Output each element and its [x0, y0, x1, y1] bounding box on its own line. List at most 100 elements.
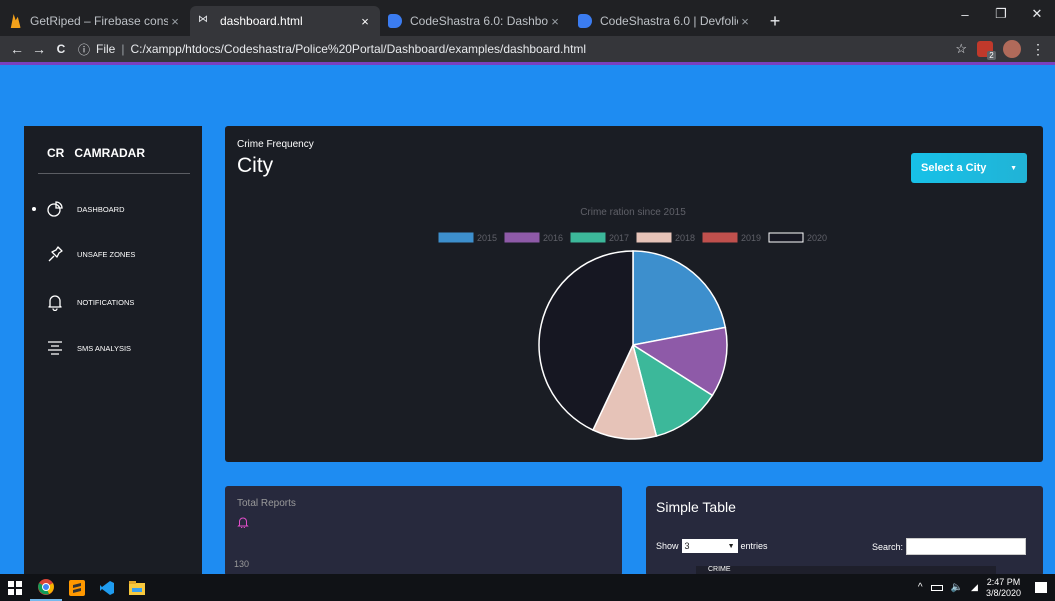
legend-label: 2017 — [609, 233, 629, 243]
crime-pie-chart: Crime ration since 2015 2015 2016 2017 2018… — [438, 207, 827, 440]
legend-label: 2016 — [543, 233, 563, 243]
legend-item-2017[interactable]: 2017 — [570, 232, 629, 243]
minimize-button[interactable]: – — [947, 0, 983, 28]
tab-dashboard[interactable]: ⋈ dashboard.html × — [190, 6, 380, 36]
entries-control: Show 3 ▼ entries — [656, 539, 768, 553]
clock-date: 3/8/2020 — [985, 587, 1021, 598]
url-scheme: File — [96, 42, 116, 56]
tab-close-icon[interactable]: × — [548, 14, 562, 29]
pie-slices — [538, 250, 728, 440]
profile-avatar[interactable] — [1003, 40, 1021, 58]
file-icon: ⋈ — [198, 14, 208, 25]
devfolio-icon — [578, 14, 592, 28]
legend-item-2018[interactable]: 2018 — [636, 232, 695, 243]
tab-close-icon[interactable]: × — [358, 14, 372, 29]
tray-expand-icon[interactable]: ^ — [918, 582, 923, 593]
url-separator: | — [121, 42, 125, 56]
toolbar-right: ☆ 2 ⋮ — [955, 40, 1049, 60]
url-field[interactable]: ⓘ File | C:/xampp/htdocs/Codeshastra/Pol… — [72, 38, 955, 60]
legend-label: 2018 — [675, 233, 695, 243]
legend-item-2019[interactable]: 2019 — [702, 232, 761, 243]
reports-title: Total Reports — [237, 498, 296, 509]
clock[interactable]: 2:47 PM 3/8/2020 — [986, 577, 1021, 599]
logo-text: CAMRADAR — [74, 146, 146, 160]
notifications-icon[interactable] — [1035, 582, 1047, 593]
tab-codeshastra-devfolio[interactable]: CodeShastra 6.0 | Devfolio × — [570, 6, 760, 36]
sidebar-item-label: UNSAFE ZONES — [77, 250, 136, 259]
pie-chart-icon — [47, 201, 63, 217]
window-controls: – ❐ ✕ — [947, 0, 1055, 28]
logo-mini: CR — [47, 146, 65, 160]
sidebar-item-label: DASHBOARD — [77, 205, 125, 214]
system-tray: ^ 🔈 ◢ 2:47 PM 3/8/2020 — [918, 574, 1047, 601]
close-window-button[interactable]: ✕ — [1019, 0, 1055, 28]
tab-firebase[interactable]: GetRiped – Firebase console × — [0, 6, 190, 36]
simple-table-card: Simple Table Show 3 ▼ entries Search: CR… — [646, 486, 1043, 576]
volume-icon[interactable]: 🔈 — [951, 582, 963, 593]
toolbar-divider — [0, 62, 1055, 65]
url-text: C:/xampp/htdocs/Codeshastra/Police%20Por… — [130, 42, 587, 56]
legend-swatch — [702, 232, 738, 243]
legend-swatch — [636, 232, 672, 243]
reload-button[interactable]: C — [50, 42, 72, 56]
forward-button[interactable]: → — [28, 41, 50, 57]
legend-item-2016[interactable]: 2016 — [504, 232, 563, 243]
entries-label: entries — [740, 541, 768, 551]
restore-button[interactable]: ❐ — [983, 0, 1019, 28]
devfolio-icon — [388, 14, 402, 28]
extension-badge: 2 — [987, 51, 996, 60]
crime-frequency-card: Crime Frequency City Select a City ▼ Cri… — [225, 126, 1043, 462]
browser-tab-bar: GetRiped – Firebase console × ⋈ dashboar… — [0, 0, 1055, 36]
bookmark-star-icon[interactable]: ☆ — [955, 41, 967, 57]
menu-icon[interactable]: ⋮ — [1031, 41, 1045, 58]
chart-legend: 2015 2016 2017 2018 2019 2020 — [438, 232, 827, 243]
total-reports-card: Total Reports 130 — [225, 486, 622, 576]
legend-item-2020[interactable]: 2020 — [768, 232, 827, 243]
search-input[interactable] — [906, 538, 1027, 555]
sidebar-item-dashboard[interactable]: DASHBOARD — [24, 200, 202, 218]
back-button[interactable]: ← — [6, 41, 28, 57]
pin-icon — [48, 246, 63, 262]
bell-icon — [237, 517, 249, 528]
tab-close-icon[interactable]: × — [168, 14, 182, 29]
entries-select[interactable]: 3 ▼ — [681, 539, 738, 553]
extension-icon[interactable]: 2 — [977, 41, 996, 60]
sidebar-item-notifications[interactable]: NOTIFICATIONS — [24, 293, 202, 311]
legend-swatch — [570, 232, 606, 243]
wifi-icon[interactable]: ◢ — [971, 582, 978, 593]
table-search: Search: — [872, 538, 1027, 555]
sidebar-item-label: NOTIFICATIONS — [77, 298, 135, 307]
brand[interactable]: CR CAMRADAR — [47, 146, 145, 160]
info-icon[interactable]: ⓘ — [78, 41, 90, 58]
legend-label: 2020 — [807, 233, 827, 243]
chart-title: Crime ration since 2015 — [580, 207, 686, 218]
sidebar-item-label: SMS ANALYSIS — [77, 344, 132, 353]
legend-swatch — [438, 232, 474, 243]
sidebar: CR CAMRADAR DASHBOARD UNSAFE ZONES NOTIF… — [24, 126, 202, 574]
tab-close-icon[interactable]: × — [738, 14, 752, 29]
firebase-icon — [10, 14, 21, 28]
reports-value: 130 — [234, 559, 250, 569]
legend-swatch — [768, 232, 804, 243]
sidebar-item-unsafe-zones[interactable]: UNSAFE ZONES — [24, 245, 202, 263]
entries-value: 3 — [684, 541, 690, 551]
sublime-icon[interactable] — [62, 574, 92, 601]
search-label: Search: — [872, 541, 904, 552]
legend-swatch — [504, 232, 540, 243]
new-tab-button[interactable]: + — [760, 6, 790, 36]
taskbar: ^ 🔈 ◢ 2:47 PM 3/8/2020 — [0, 574, 1055, 601]
bell-icon — [48, 295, 62, 311]
brand-divider — [38, 173, 190, 174]
battery-icon[interactable] — [930, 584, 943, 591]
legend-label: 2019 — [741, 233, 761, 243]
table-title: Simple Table — [656, 499, 736, 515]
windows-start-icon[interactable] — [0, 574, 30, 601]
file-explorer-icon[interactable] — [122, 574, 152, 601]
chrome-icon[interactable] — [30, 574, 62, 601]
legend-item-2015[interactable]: 2015 — [438, 232, 497, 243]
legend-label: 2015 — [477, 233, 497, 243]
address-bar: ← → C ⓘ File | C:/xampp/htdocs/Codeshast… — [0, 36, 1055, 62]
sidebar-item-sms-analysis[interactable]: SMS ANALYSIS — [24, 339, 202, 357]
vscode-icon[interactable] — [92, 574, 122, 601]
tab-codeshastra-dashboard[interactable]: CodeShastra 6.0: Dashboard | De × — [380, 6, 570, 36]
